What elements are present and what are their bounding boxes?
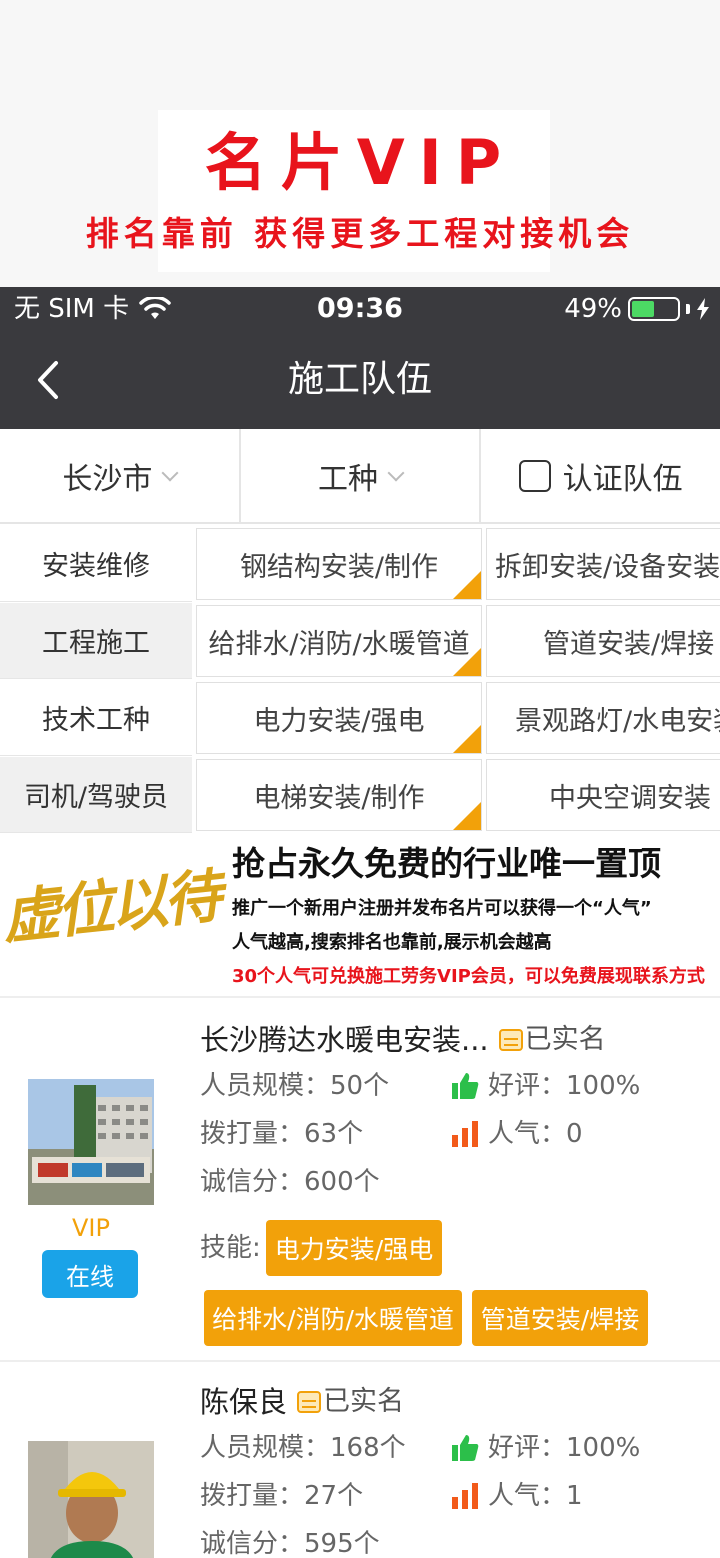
category-chip[interactable]: 电力安装/强电 [196, 682, 482, 754]
charging-icon [697, 298, 709, 320]
popularity-text: 人气：1 [488, 1481, 583, 1511]
certified-filter-label: 认证队伍 [562, 461, 683, 497]
category-name[interactable]: 安装维修 [0, 526, 192, 602]
chevron-down-icon [387, 464, 405, 481]
category-chip[interactable]: 景观路灯/水电安装 [486, 682, 720, 754]
filter-bar: 长沙市 工种 认证队伍 [0, 429, 720, 524]
nav-bar: 施工队伍 [0, 331, 720, 429]
promo-title: 名片VIP [204, 126, 516, 199]
city-filter[interactable]: 长沙市 [0, 429, 239, 522]
team-photo [28, 1441, 154, 1558]
signal-bars-icon [452, 1121, 478, 1147]
vip-label: VIP [72, 1214, 110, 1242]
corner-mark [453, 725, 481, 753]
trade-filter[interactable]: 工种 [238, 429, 480, 522]
team-name-text: 陈保良 [200, 1385, 288, 1419]
call-count: 拨打量：27个 [200, 1481, 364, 1511]
verified-badge: 已实名 [498, 1020, 606, 1060]
chip-label: 管道安装/焊接 [543, 628, 715, 660]
rating-stat: 好评：100% [450, 1068, 640, 1104]
trade-filter-label: 工种 [318, 461, 378, 497]
category-chip[interactable]: 管道安装/焊接 [486, 605, 720, 677]
building-photo [28, 1079, 154, 1205]
category-row: 安装维修 钢结构安装/制作 拆卸安装/设备安装 [0, 526, 720, 602]
verified-label: 已实名 [323, 1386, 405, 1417]
category-chip[interactable]: 电梯安装/制作 [196, 759, 482, 831]
team-size: 人员规模：50个 [200, 1071, 390, 1101]
online-badge: 在线 [42, 1250, 138, 1298]
status-right: 49% [564, 293, 710, 325]
skill-tag[interactable]: 电力安装/强电 [266, 1220, 442, 1276]
battery-percent: 49% [564, 294, 622, 324]
thumbs-up-icon [452, 1435, 479, 1461]
category-row: 工程施工 给排水/消防/水暖管道 管道安装/焊接 [0, 603, 720, 679]
corner-mark [453, 648, 481, 676]
chip-label: 电力安装/强电 [253, 705, 425, 737]
promo-subtitle: 排名靠前 获得更多工程对接机会 [85, 214, 635, 253]
category-name[interactable]: 工程施工 [0, 603, 192, 679]
worker-photo [28, 1441, 154, 1558]
id-card-icon [498, 1029, 523, 1051]
corner-mark [453, 571, 481, 599]
team-name: 长沙腾达水暖电安装... 已实名 [200, 1020, 606, 1060]
thumbs-up-icon [452, 1073, 479, 1099]
status-bar: 无 SIM 卡 09:36 49% [0, 287, 720, 331]
team-name-text: 长沙腾达水暖电安装... [200, 1023, 489, 1057]
category-row: 司机/驾驶员 电梯安装/制作 中央空调安装 [0, 757, 720, 833]
team-card[interactable]: VIP 在线 长沙腾达水暖电安装... 已实名 人员规模：50个 好评：100%… [0, 1000, 720, 1362]
rating-text: 好评：100% [488, 1071, 641, 1101]
category-name[interactable]: 技术工种 [0, 680, 192, 756]
team-card[interactable]: 陈保良 已实名 人员规模：168个 好评：100% 拨打量：27个 人气：1 诚… [0, 1362, 720, 1558]
credit-score: 诚信分：595个 [200, 1529, 380, 1558]
skill-tag[interactable]: 管道安装/焊接 [472, 1290, 648, 1346]
chip-label: 中央空调安装 [549, 782, 711, 814]
category-chip[interactable]: 给排水/消防/水暖管道 [196, 605, 482, 677]
banner-line: 推广一个新用户注册并发布名片可以获得一个“人气” [232, 898, 652, 919]
chip-label: 钢结构安装/制作 [239, 551, 439, 583]
certified-filter[interactable]: 认证队伍 [479, 429, 720, 522]
rating-text: 好评：100% [488, 1433, 641, 1463]
category-row: 技术工种 电力安装/强电 景观路灯/水电安装 [0, 680, 720, 756]
battery-tip [686, 304, 690, 314]
rating-stat: 好评：100% [450, 1430, 640, 1466]
team-name: 陈保良 已实名 [200, 1382, 404, 1422]
credit-score: 诚信分：600个 [200, 1167, 380, 1197]
category-chip[interactable]: 拆卸安装/设备安装 [486, 528, 720, 600]
skills-label: 技能: [200, 1233, 261, 1263]
chip-label: 拆卸安装/设备安装 [495, 551, 720, 583]
chevron-down-icon [161, 464, 179, 481]
team-size: 人员规模：168个 [200, 1433, 406, 1463]
certified-checkbox[interactable] [518, 459, 551, 492]
battery-icon [628, 297, 680, 321]
promo-banner[interactable]: 虚位以待 抢占永久免费的行业唯一置顶 推广一个新用户注册并发布名片可以获得一个“… [0, 834, 720, 998]
signal-bars-icon [452, 1483, 478, 1509]
call-count: 拨打量：63个 [200, 1119, 364, 1149]
banner-line: 人气越高,搜索排名也靠前,展示机会越高 [232, 932, 552, 953]
category-grid: 安装维修 钢结构安装/制作 拆卸安装/设备安装 工程施工 给排水/消防/水暖管道… [0, 526, 720, 833]
banner-headline: 抢占永久免费的行业唯一置顶 [232, 844, 661, 883]
category-chip[interactable]: 中央空调安装 [486, 759, 720, 831]
battery-fill [632, 301, 654, 317]
category-chip[interactable]: 钢结构安装/制作 [196, 528, 482, 600]
banner-stamp: 虚位以待 [0, 861, 221, 953]
verified-label: 已实名 [524, 1024, 606, 1055]
banner-line: 30个人气可兑换施工劳务VIP会员，可以免费展现联系方式 [232, 966, 705, 987]
verified-badge: 已实名 [297, 1382, 404, 1422]
popularity-stat: 人气：0 [450, 1116, 583, 1152]
team-photo [28, 1079, 154, 1205]
chip-label: 电梯安装/制作 [253, 782, 425, 814]
popularity-stat: 人气：1 [450, 1478, 583, 1514]
skill-tag[interactable]: 给排水/消防/水暖管道 [204, 1290, 462, 1346]
chip-label: 景观路灯/水电安装 [515, 705, 720, 737]
popularity-text: 人气：0 [488, 1119, 583, 1149]
corner-mark [453, 802, 481, 830]
category-name[interactable]: 司机/驾驶员 [0, 757, 192, 833]
chip-label: 给排水/消防/水暖管道 [208, 628, 470, 660]
page-title: 施工队伍 [287, 359, 432, 400]
city-filter-label: 长沙市 [62, 461, 153, 497]
id-card-icon [297, 1391, 322, 1413]
promo-header: 名片VIP 排名靠前 获得更多工程对接机会 [0, 0, 720, 287]
